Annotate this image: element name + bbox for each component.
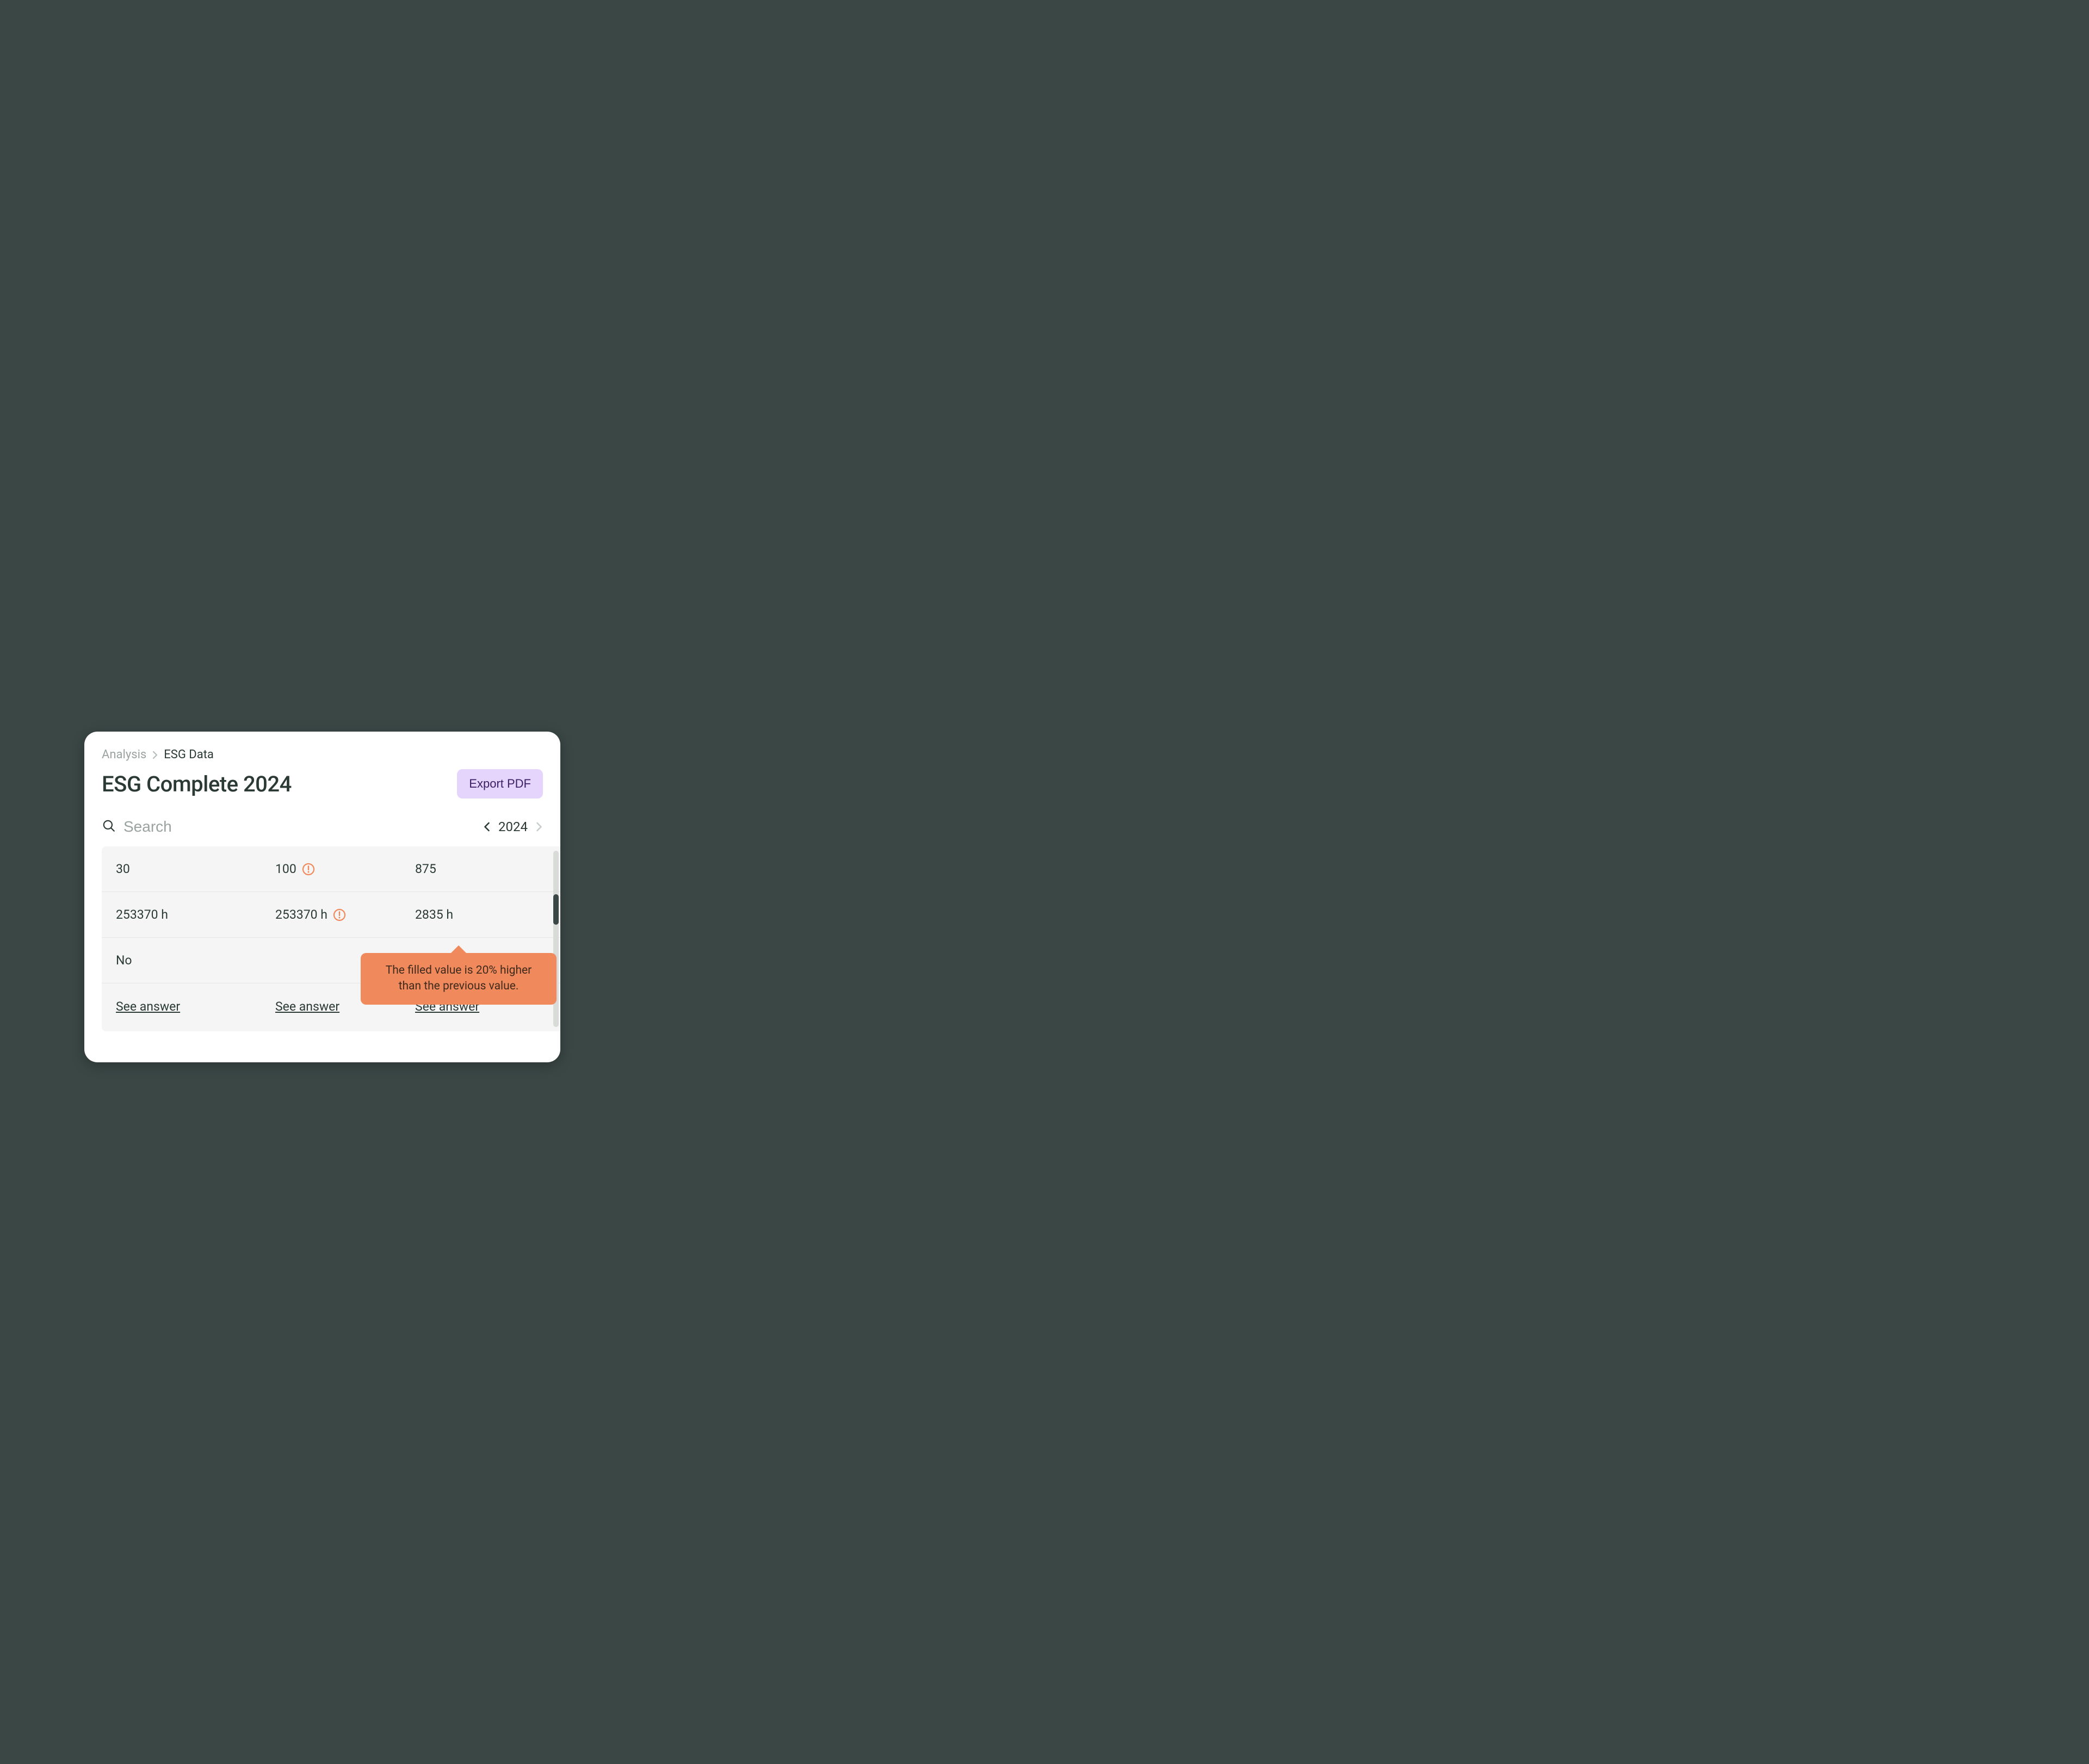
see-answer-link[interactable]: See answer [116,999,180,1014]
search-box[interactable] [102,818,319,835]
data-grid: 30 100 875 253370 h 253370 h [102,846,560,1031]
search-input[interactable] [123,818,319,835]
breadcrumb-root[interactable]: Analysis [102,748,146,762]
table-row: 253370 h 253370 h 2835 h [102,892,560,938]
year-stepper: 2024 [483,819,543,834]
year-value: 2024 [498,819,528,834]
chevron-right-icon [152,751,158,759]
cell-value: 2835 h [401,907,551,922]
cell-value: 253370 h [102,907,251,922]
cell-value: 253370 h [251,907,401,922]
search-icon [102,819,116,835]
cell-value: 30 [102,862,251,876]
warning-icon[interactable] [302,863,315,876]
breadcrumb-current: ESG Data [164,748,214,762]
table-row: 30 100 875 [102,846,560,892]
scrollbar-thumb[interactable] [553,894,559,925]
year-next-button[interactable] [535,822,543,832]
export-pdf-button[interactable]: Export PDF [457,769,543,799]
warning-tooltip: The filled value is 20% higher than the … [361,953,557,1005]
year-prev-button[interactable] [483,822,491,832]
analysis-card: Analysis ESG Data ESG Complete 2024 Expo… [84,732,560,1062]
cell-value: 100 [251,862,401,876]
cell-value: No [102,953,251,968]
breadcrumb: Analysis ESG Data [84,748,560,762]
cell-value: 875 [401,862,551,876]
warning-icon[interactable] [333,908,346,921]
see-answer-link[interactable]: See answer [275,999,339,1014]
page-title: ESG Complete 2024 [102,771,292,797]
